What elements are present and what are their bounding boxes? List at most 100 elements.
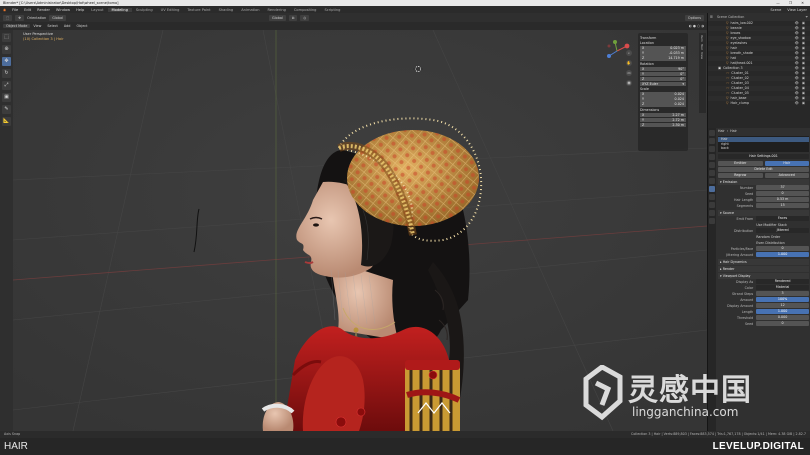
camera-view-icon[interactable]: ▭ — [626, 70, 632, 76]
select-box-icon[interactable]: ⬚ — [2, 33, 11, 42]
outliner-item[interactable]: ▽ Hair_clump 👁 ▣ — [708, 101, 810, 106]
tab-animation[interactable]: Animation — [237, 8, 263, 12]
menu-edit[interactable]: Edit — [21, 8, 34, 12]
measure-icon[interactable]: 📐 — [2, 117, 11, 126]
tab-modeling[interactable]: Modeling — [107, 7, 132, 12]
menu-bar: ◉ File Edit Render Window Help Layout Mo… — [0, 6, 810, 13]
section-hair-dynamics[interactable]: ▸ Hair Dynamics — [718, 258, 809, 265]
object-tab-icon[interactable] — [709, 170, 715, 176]
menu-add[interactable]: Add — [61, 24, 74, 28]
tab-item[interactable]: Item — [700, 35, 704, 42]
menu-object[interactable]: Object — [73, 24, 90, 28]
tab-view[interactable]: View — [700, 52, 704, 59]
tab-shading[interactable]: Shading — [215, 8, 238, 12]
outliner-display-mode-icon[interactable]: ☰ — [710, 15, 713, 19]
tab-tool[interactable]: Tool — [700, 44, 704, 50]
viewport-info: User Perspective (10) Collection 3 | Hai… — [23, 32, 64, 42]
menu-window[interactable]: Window — [53, 8, 73, 12]
filter-icon[interactable]: ⏷ — [805, 15, 808, 19]
modifier-tab-icon[interactable] — [709, 178, 715, 184]
scale-z-field[interactable]: Z 0.024 — [640, 102, 686, 107]
mode-dropdown[interactable]: Object Mode — [3, 24, 31, 28]
tab-layout[interactable]: Layout — [87, 8, 107, 12]
menu-view[interactable]: View — [30, 24, 44, 28]
world-tab-icon[interactable] — [709, 162, 715, 168]
transform-tool-icon[interactable]: ▣ — [2, 93, 11, 102]
tab-rendering[interactable]: Rendering — [264, 8, 290, 12]
status-left: Axis Snap — [4, 432, 21, 436]
rotation-y-field[interactable]: Y 0° — [640, 71, 686, 76]
seed-display-field[interactable]: Seed 0 — [718, 321, 809, 327]
status-bar: Axis Snap Collection 3 | Hair | Verts:88… — [0, 431, 810, 438]
ortho-toggle-icon[interactable]: ▦ — [626, 80, 632, 86]
physics-tab-icon[interactable] — [709, 194, 715, 200]
rotation-z-field[interactable]: Z 0° — [640, 76, 686, 81]
list-item[interactable]: back — [718, 146, 809, 151]
jittering-amount-field[interactable]: Jittering Amount 1.000 — [718, 252, 809, 258]
scale-y-field[interactable]: Y 0.024 — [640, 97, 686, 102]
cursor-icon[interactable]: ⊕ — [2, 45, 11, 54]
outliner-title: Scene Collection — [716, 15, 745, 19]
dimensions-z-field[interactable]: Z 2.30 m — [640, 122, 686, 127]
annotate-icon[interactable]: ✎ — [2, 105, 11, 114]
options-dropdown[interactable]: Options — [684, 14, 704, 21]
delete-edit-button[interactable]: Delete Edit — [718, 166, 809, 172]
n-panel: Transform Location X 0.023 m Y -0.033 m Z1… — [638, 33, 688, 151]
particle-systems-list: Hair right back — [718, 136, 809, 152]
regrow-toggle[interactable]: Regrow — [718, 172, 763, 178]
dimensions-y-field[interactable]: Y 2.72 m — [640, 117, 686, 122]
tab-texture-paint[interactable]: Texture Paint — [183, 8, 214, 12]
view-layer-selector[interactable]: View Layer — [784, 8, 810, 12]
move-icon[interactable]: ✥ — [2, 57, 11, 66]
n-panel-tabs: Item Tool View — [699, 33, 706, 113]
pan-icon[interactable]: ✋ — [626, 60, 632, 66]
scale-x-field[interactable]: X 0.024 — [640, 92, 686, 97]
blender-logo-icon[interactable]: ◉ — [0, 8, 9, 12]
section-render[interactable]: ▸ Render — [718, 265, 809, 272]
snap-icon[interactable]: ⧉ — [288, 14, 298, 21]
watermark-chinese-text: 灵感中国 — [628, 373, 752, 408]
tab-sculpting[interactable]: Sculpting — [132, 8, 157, 12]
rotate-icon[interactable]: ↻ — [2, 69, 11, 78]
tab-compositing[interactable]: Compositing — [290, 8, 321, 12]
location-x-field[interactable]: X 0.023 m — [640, 46, 686, 51]
segments-field[interactable]: Segments 15 — [718, 203, 809, 209]
rotation-label: Rotation — [640, 61, 654, 66]
menu-select[interactable]: Select — [44, 24, 60, 28]
tab-uv-editing[interactable]: UV Editing — [157, 8, 184, 12]
type-emitter-button[interactable]: Emitter — [718, 160, 763, 166]
menu-help[interactable]: Help — [73, 8, 87, 12]
proportional-edit-icon[interactable]: ◎ — [300, 14, 310, 21]
dimensions-x-field[interactable]: X 2.27 m — [640, 112, 686, 117]
select-mode-icon[interactable]: ⬚ — [3, 14, 13, 21]
menu-render[interactable]: Render — [34, 8, 53, 12]
advanced-toggle[interactable]: Advanced — [764, 172, 809, 178]
transform-icon[interactable]: ✥ — [15, 14, 25, 21]
rotation-x-field[interactable]: X 90° — [640, 66, 686, 71]
viewport-shading-icon[interactable]: ◐ ● ○ ◑ — [686, 24, 707, 28]
material-tab-icon[interactable] — [709, 218, 715, 224]
orientation-dropdown[interactable]: Global — [49, 14, 67, 21]
output-tab-icon[interactable] — [709, 146, 715, 152]
breadcrumb-object: Hair — [718, 129, 725, 133]
rotation-mode-dropdown[interactable]: XYZ Euler ▾ — [640, 81, 686, 86]
render-tab-icon[interactable] — [709, 138, 715, 144]
location-y-field[interactable]: Y -0.033 m — [640, 51, 686, 56]
tab-scripting[interactable]: Scripting — [320, 8, 344, 12]
scene-selector[interactable]: Scene — [767, 8, 784, 12]
transform-space-dropdown[interactable]: Global — [269, 14, 286, 21]
menu-file[interactable]: File — [9, 8, 21, 12]
scene-tab-icon[interactable] — [709, 154, 715, 160]
tool-tab-icon[interactable] — [709, 130, 715, 136]
settings-selector[interactable]: Hair Settings.001 — [718, 154, 809, 160]
watermark-url: lingganchina.com — [632, 405, 739, 419]
location-z-field[interactable]: Z 14.719 m — [640, 56, 686, 61]
zoom-icon[interactable]: ⌕ — [626, 50, 632, 56]
data-tab-icon[interactable] — [709, 210, 715, 216]
status-stats: Collection 3 | Hair | Verts:889,803 | Fa… — [631, 432, 806, 436]
constraints-tab-icon[interactable] — [709, 202, 715, 208]
particles-tab-icon[interactable] — [709, 186, 715, 192]
course-label: HAIR — [4, 441, 28, 452]
type-hair-button[interactable]: Hair — [764, 160, 809, 166]
scale-icon[interactable]: ⤢ — [2, 81, 11, 90]
